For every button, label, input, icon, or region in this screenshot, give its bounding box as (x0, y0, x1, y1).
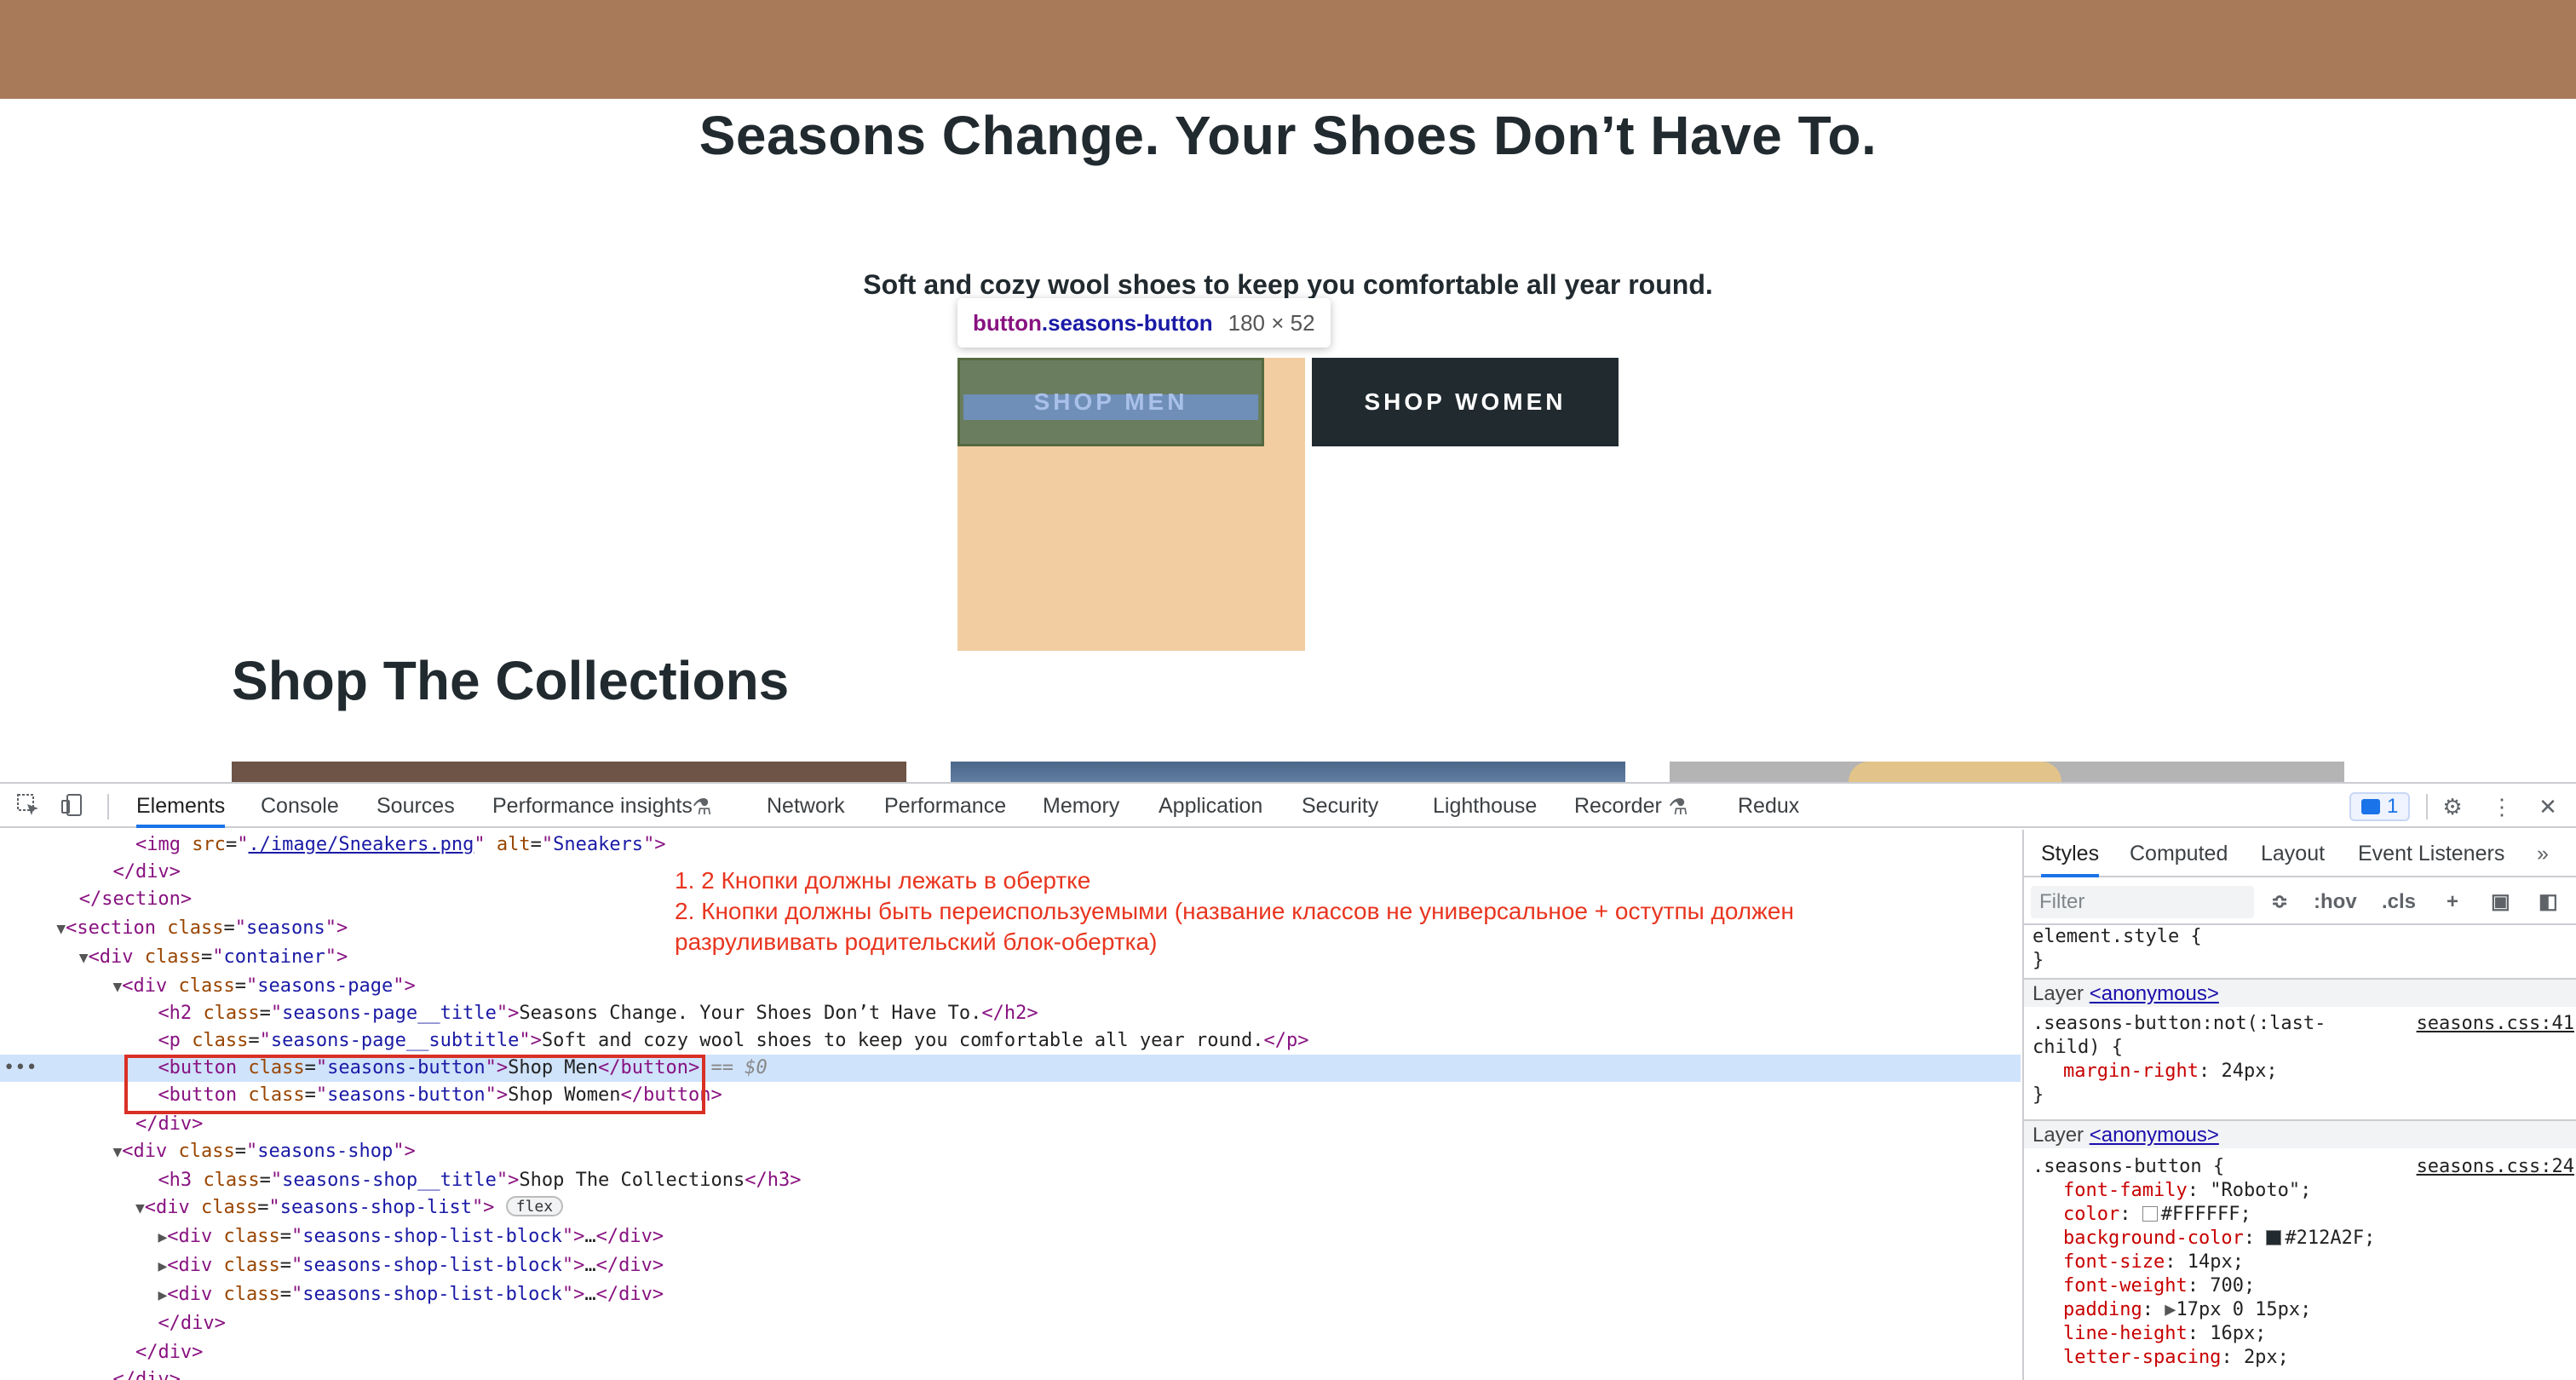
color-swatch[interactable] (2142, 1206, 2158, 1222)
dom-node[interactable]: ▼<div class="seasons-shop-list"> flex (0, 1194, 2021, 1222)
message-icon (2361, 799, 2380, 814)
dom-node[interactable]: <h2 class="seasons-page__title">Seasons … (0, 1000, 2021, 1027)
tab-network[interactable]: Network (767, 784, 845, 828)
styles-filter-row: Filter ≎ :hov .cls + ▣ ◧ (2024, 879, 2576, 925)
tab-sources[interactable]: Sources (377, 784, 455, 828)
paint-icon[interactable]: ▣ (2491, 886, 2510, 918)
layer-row: Layer <anonymous> (2024, 978, 2576, 1007)
dom-node[interactable]: ▼<div class="seasons-shop"> (0, 1138, 2021, 1165)
tab-recorder[interactable]: Recorder (1574, 784, 1662, 828)
source-link[interactable]: seasons.css:24 (2417, 1155, 2574, 1179)
tab-memory[interactable]: Memory (1043, 784, 1119, 828)
inspect-icon[interactable] (14, 792, 43, 821)
collection-card-image[interactable] (951, 762, 1625, 782)
dom-node[interactable]: <p class="seasons-page__subtitle">Soft a… (0, 1027, 2021, 1055)
dom-node[interactable]: </div> (0, 1111, 2021, 1138)
dom-node[interactable]: ▼<div class="seasons-page"> (0, 973, 2021, 1000)
more-icon[interactable]: ⋮ (2487, 792, 2516, 821)
sidebar-toggle-icon[interactable]: ◧ (2539, 886, 2558, 918)
css-rule-button: .seasons-button {seasons.css:24 font-fam… (2033, 1155, 2574, 1368)
flask-icon: ⚗ (692, 794, 712, 819)
flex-badge[interactable]: flex (505, 1196, 564, 1216)
collection-card-image[interactable] (1670, 762, 2344, 782)
hov-toggle[interactable]: :hov (2314, 886, 2357, 918)
css-rule-margin: .seasons-button:not(:last-seasons.css:41… (2033, 1012, 2574, 1106)
dom-node[interactable]: <img src="./image/Sneakers.png" alt="Sne… (0, 831, 2021, 859)
tab-event-listeners[interactable]: Event Listeners (2358, 830, 2504, 877)
tab-performance[interactable]: Performance (884, 784, 1006, 828)
page-title: Seasons Change. Your Shoes Don’t Have To… (699, 105, 1877, 166)
element-style-rule: element.style { } (2033, 926, 2202, 971)
annotation-highlight-box (124, 1055, 705, 1114)
inspect-tooltip: button.seasons-button 180 × 52 (957, 298, 1331, 348)
shop-men-label: SHOP MEN (1033, 388, 1188, 415)
shop-women-button[interactable]: SHOP WOMEN (1312, 358, 1619, 446)
layer-row: Layer <anonymous> (2024, 1119, 2576, 1148)
tab-security[interactable]: Security (1302, 784, 1378, 828)
tooltip-size: 180 × 52 (1228, 309, 1315, 336)
devtools-panel: Elements Console Sources Performance ins… (0, 782, 2576, 1380)
add-rule-icon[interactable]: + (2447, 886, 2458, 918)
flask-icon: ⚗ (1668, 794, 1688, 819)
tab-styles[interactable]: Styles (2041, 830, 2100, 877)
tab-application[interactable]: Application (1159, 784, 1262, 828)
shop-men-button[interactable]: SHOP MEN (957, 358, 1264, 446)
collection-card-image[interactable] (232, 762, 906, 782)
annotation-note: разрулививать родительский блок-обертка) (675, 929, 1158, 955)
tab-redux[interactable]: Redux (1738, 784, 1799, 828)
source-link[interactable]: seasons.css:41 (2417, 1012, 2574, 1036)
dom-node[interactable]: ▶<div class="seasons-shop-list-block">…<… (0, 1223, 2021, 1251)
sidebar-tabs: Styles Computed Layout Event Listeners » (2024, 830, 2576, 877)
toggle-icon[interactable]: ≎ (2271, 886, 2288, 918)
annotation-note: 2. Кнопки должны быть переиспользуемыми … (675, 898, 1794, 924)
tab-elements[interactable]: Elements (136, 784, 226, 828)
devtools-tabbar: Elements Console Sources Performance ins… (0, 784, 2576, 828)
issues-badge[interactable]: 1 (2349, 792, 2411, 821)
dom-node[interactable]: <h3 class="seasons-shop__title">Shop The… (0, 1167, 2021, 1194)
styles-sidebar: Styles Computed Layout Event Listeners »… (2022, 830, 2576, 1380)
tooltip-tag: button (973, 309, 1042, 336)
chevron-right-icon[interactable]: » (2537, 830, 2549, 877)
settings-icon[interactable]: ⚙ (2438, 792, 2467, 821)
dom-node[interactable]: </div> (0, 1339, 2021, 1366)
tooltip-class: .seasons-button (1041, 309, 1213, 336)
color-swatch[interactable] (2266, 1230, 2282, 1245)
annotation-note: 1. 2 Кнопки должны лежать в обертке (675, 867, 1091, 894)
cls-toggle[interactable]: .cls (2382, 886, 2416, 918)
filter-input[interactable]: Filter (2031, 886, 2254, 918)
dom-node[interactable]: ▶<div class="seasons-shop-list-block">…<… (0, 1252, 2021, 1279)
dom-node[interactable]: </div> (0, 1366, 2021, 1380)
tab-lighthouse[interactable]: Lighthouse (1433, 784, 1537, 828)
collections-title: Shop The Collections (232, 650, 790, 711)
tab-computed[interactable]: Computed (2130, 830, 2228, 877)
dom-node[interactable]: </div> (0, 1310, 2021, 1337)
top-banner (0, 0, 2576, 99)
tab-console[interactable]: Console (261, 784, 339, 828)
close-icon[interactable]: ✕ (2533, 792, 2562, 821)
tab-layout[interactable]: Layout (2261, 830, 2325, 877)
page-subtitle: Soft and cozy wool shoes to keep you com… (863, 269, 1713, 300)
device-toolbar-icon[interactable] (58, 792, 87, 821)
website-viewport: Seasons Change. Your Shoes Don’t Have To… (0, 0, 2576, 782)
dom-node[interactable]: ▶<div class="seasons-shop-list-block">…<… (0, 1281, 2021, 1308)
tab-performance-insights[interactable]: Performance insights (492, 784, 693, 828)
